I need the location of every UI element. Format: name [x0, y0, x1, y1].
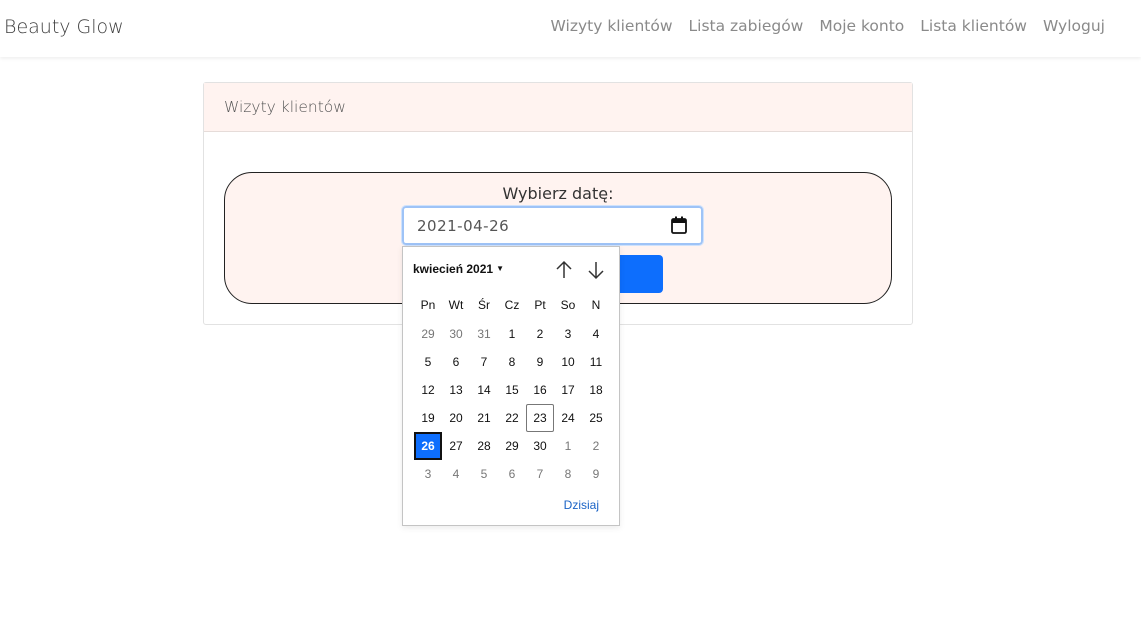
calendar-day[interactable]: 1 — [554, 432, 582, 460]
submit-button[interactable] — [617, 255, 663, 293]
calendar-day[interactable]: 19 — [414, 404, 442, 432]
brand-logo[interactable]: Beauty Glow — [4, 16, 124, 38]
calendar-day[interactable]: 14 — [470, 376, 498, 404]
nav-links: Wizyty klientów Lista zabiegów Moje kont… — [551, 17, 1105, 35]
calendar-day[interactable]: 10 — [554, 348, 582, 376]
weekday-label: Pn — [420, 298, 436, 312]
calendar-day[interactable]: 2 — [582, 432, 610, 460]
calendar-day[interactable]: 30 — [526, 432, 554, 460]
calendar-day[interactable]: 12 — [414, 376, 442, 404]
today-link[interactable]: Dzisiaj — [564, 498, 599, 512]
weekday-label: Śr — [478, 298, 490, 312]
calendar-day[interactable]: 20 — [442, 404, 470, 432]
nav-link-clients[interactable]: Lista klientów — [920, 17, 1027, 35]
calendar-day[interactable]: 18 — [582, 376, 610, 404]
calendar-day[interactable]: 8 — [554, 460, 582, 488]
calendar-day-today[interactable]: 23 — [526, 404, 554, 432]
calendar-day[interactable]: 8 — [498, 348, 526, 376]
calendar-icon[interactable] — [671, 216, 687, 234]
calendar-day[interactable]: 4 — [442, 460, 470, 488]
date-value[interactable]: 2021-04-26 — [417, 217, 509, 235]
card-header: Wizyty klientów — [204, 83, 912, 132]
calendar-day[interactable]: 7 — [526, 460, 554, 488]
calendar-day[interactable]: 24 — [554, 404, 582, 432]
weekday-label: Wt — [448, 298, 464, 312]
date-picker-popup: kwiecień 2021 ▼ Pn Wt Śr Cz Pt So N 29 30… — [402, 246, 620, 526]
weekday-label: Cz — [504, 298, 520, 312]
month-year-selector[interactable]: kwiecień 2021 ▼ — [413, 262, 504, 276]
navbar: Beauty Glow Wizyty klientów Lista zabieg… — [0, 0, 1141, 57]
calendar-day[interactable]: 9 — [526, 348, 554, 376]
calendar-day[interactable]: 29 — [498, 432, 526, 460]
calendar-week: 5 6 7 8 9 10 11 — [414, 348, 610, 376]
calendar-week: 12 13 14 15 16 17 18 — [414, 376, 610, 404]
nav-link-treatments[interactable]: Lista zabiegów — [689, 17, 804, 35]
weekday-label: N — [591, 298, 601, 312]
calendar-day[interactable]: 13 — [442, 376, 470, 404]
calendar-day[interactable]: 7 — [470, 348, 498, 376]
date-input[interactable]: 2021-04-26 — [401, 205, 704, 246]
calendar-day[interactable]: 28 — [470, 432, 498, 460]
calendar-day[interactable]: 11 — [582, 348, 610, 376]
calendar-day[interactable]: 30 — [442, 320, 470, 348]
nav-link-client-visits[interactable]: Wizyty klientów — [551, 17, 673, 35]
month-year-label: kwiecień 2021 — [413, 262, 494, 276]
caret-down-icon: ▼ — [496, 264, 504, 273]
weekday-label: Pt — [534, 298, 546, 312]
calendar-week: 26 27 28 29 30 1 2 — [414, 432, 610, 460]
calendar-day[interactable]: 6 — [498, 460, 526, 488]
calendar-day[interactable]: 17 — [554, 376, 582, 404]
calendar-week: 19 20 21 22 23 24 25 — [414, 404, 610, 432]
calendar-day[interactable]: 15 — [498, 376, 526, 404]
calendar-week: 3 4 5 6 7 8 9 — [414, 460, 610, 488]
arrow-up-icon[interactable] — [553, 259, 575, 281]
calendar-grid: 29 30 31 1 2 3 4 5 6 7 8 9 10 11 12 13 1… — [414, 320, 610, 488]
calendar-day[interactable]: 5 — [470, 460, 498, 488]
weekday-label: So — [560, 298, 576, 312]
calendar-day[interactable]: 29 — [414, 320, 442, 348]
calendar-day[interactable]: 3 — [414, 460, 442, 488]
calendar-day[interactable]: 21 — [470, 404, 498, 432]
calendar-day[interactable]: 16 — [526, 376, 554, 404]
nav-link-my-account[interactable]: Moje konto — [819, 17, 904, 35]
calendar-day[interactable]: 5 — [414, 348, 442, 376]
calendar-day[interactable]: 25 — [582, 404, 610, 432]
calendar-day-selected[interactable]: 26 — [414, 432, 442, 460]
calendar-day[interactable]: 31 — [470, 320, 498, 348]
nav-link-logout[interactable]: Wyloguj — [1043, 17, 1105, 35]
calendar-day[interactable]: 27 — [442, 432, 470, 460]
calendar-day[interactable]: 6 — [442, 348, 470, 376]
calendar-day[interactable]: 22 — [498, 404, 526, 432]
calendar-day[interactable]: 2 — [526, 320, 554, 348]
weekday-header: Pn Wt Śr Cz Pt So N — [414, 298, 610, 312]
date-label: Wybierz datę: — [502, 184, 614, 203]
arrow-down-icon[interactable] — [585, 259, 607, 281]
calendar-day[interactable]: 3 — [554, 320, 582, 348]
calendar-week: 29 30 31 1 2 3 4 — [414, 320, 610, 348]
calendar-day[interactable]: 9 — [582, 460, 610, 488]
card-title: Wizyty klientów — [224, 98, 346, 116]
calendar-day[interactable]: 1 — [498, 320, 526, 348]
calendar-day[interactable]: 4 — [582, 320, 610, 348]
